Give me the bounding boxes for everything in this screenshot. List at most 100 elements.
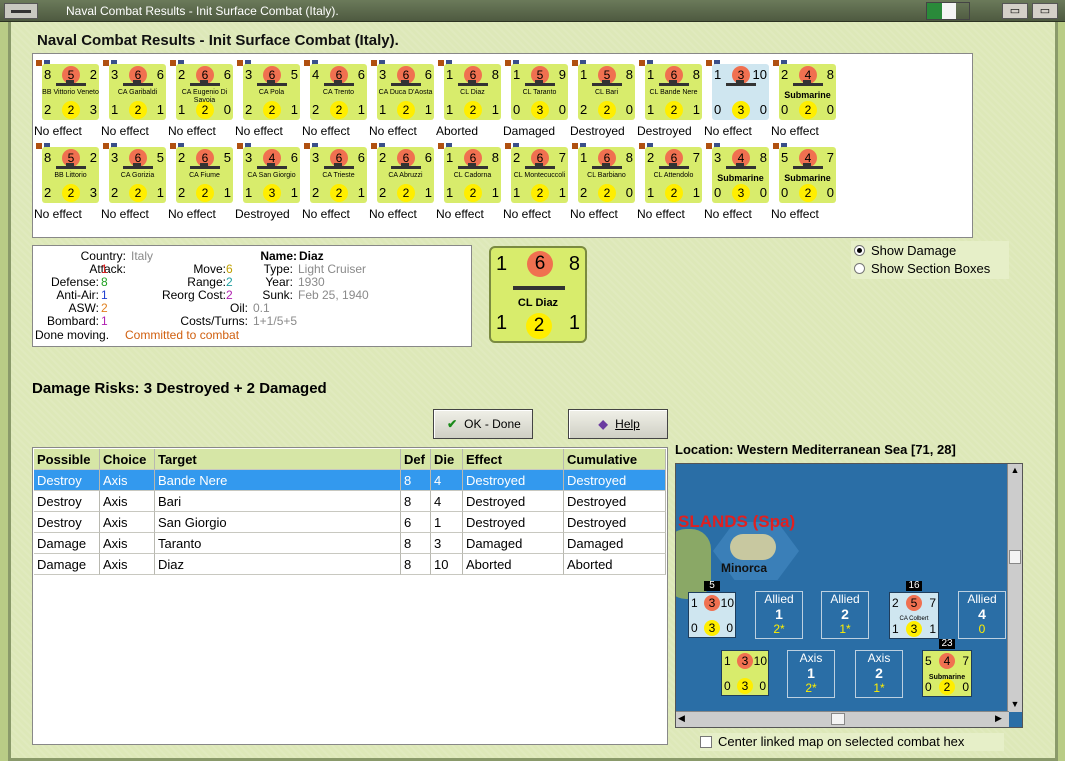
table-row[interactable]: Damage Axis Diaz 8 10 Aborted Aborted [34, 554, 666, 575]
table-row[interactable]: Destroy Axis Bari 8 4 Destroyed Destroyed [34, 491, 666, 512]
unit-name: BB Littorio [54, 172, 87, 179]
counter-stat-tr: 8 [491, 150, 499, 165]
unit-counter[interactable]: 3 6 6 1 2 1 CA Garibaldi No effect [101, 58, 168, 138]
unit-counter[interactable]: 3 6 5 2 2 1 CA Pola No effect [235, 58, 302, 138]
map-unit-axis-submarine[interactable]: 5 4 7 Submarine 0 2 0 [922, 650, 972, 697]
center-map-label[interactable]: Center linked map on selected combat hex [718, 734, 964, 749]
unit-counter[interactable]: 1 6 8 1 2 1 CL Diaz Aborted [436, 58, 503, 138]
unit-counter-face: 3 4 6 1 3 1 CA San Giorgio [243, 147, 300, 203]
map-vertical-scrollbar[interactable]: ▲ ▼ [1007, 464, 1022, 712]
selected-unit-counter: 1 6 8 CL Diaz 1 2 1 [489, 246, 587, 343]
counter-stat-br: 1 [491, 102, 499, 117]
table-cell: Destroyed [463, 512, 564, 533]
unit-counter[interactable]: 1 5 9 0 3 0 CL Taranto Damaged [503, 58, 570, 138]
center-map-checkbox[interactable] [700, 736, 712, 748]
counter-stat-tr: 6 [290, 150, 298, 165]
ship-icon [726, 80, 756, 86]
column-header[interactable]: Choice [100, 449, 155, 470]
map-unit-allied-sub[interactable]: 1 3 10 0 3 0 [688, 592, 736, 638]
counter-stat-br: 1 [357, 102, 365, 117]
unit-counter[interactable]: 2 6 6 2 2 1 CA Abruzzi No effect [369, 141, 436, 221]
column-header[interactable]: Possible [34, 449, 100, 470]
close-button[interactable]: ▭ [1032, 3, 1058, 19]
unit-counter[interactable]: 1 6 8 2 2 0 CL Barbiano No effect [570, 141, 637, 221]
table-row[interactable]: Damage Axis Taranto 8 3 Damaged Damaged [34, 533, 666, 554]
unit-counter[interactable]: 2 4 8 0 2 0 Submarine No effect [771, 58, 838, 138]
horizontal-scroll-thumb[interactable] [831, 713, 845, 725]
unit-counter[interactable]: 3 6 6 1 2 1 CA Duca D'Aosta No effect [369, 58, 436, 138]
unit-counter[interactable]: 2 6 7 1 2 1 CL Montecuccoli No effect [503, 141, 570, 221]
ship-icon [190, 163, 220, 169]
unit-counter[interactable]: 1 6 8 1 2 1 CL Cadorna No effect [436, 141, 503, 221]
counter-stat-br: 1 [156, 102, 164, 117]
vertical-scroll-thumb[interactable] [1009, 550, 1021, 564]
scroll-down-arrow[interactable]: ▼ [1009, 699, 1021, 711]
table-row[interactable]: Destroy Axis San Giorgio 6 1 Destroyed Destroy… [34, 512, 666, 533]
unit-counter[interactable]: 2 6 5 2 2 1 CA Fiume No effect [168, 141, 235, 221]
counter-stat-bl: 2 [44, 185, 52, 200]
column-header[interactable]: Target [155, 449, 401, 470]
counter-stat-br: 1 [491, 185, 499, 200]
counter-stat-tl: 3 [111, 67, 119, 82]
ok-done-button[interactable]: ✔ OK - Done [433, 409, 533, 439]
unit-counter[interactable]: 4 6 6 2 2 1 CA Trento No effect [302, 58, 369, 138]
unit-counter[interactable]: 3 6 5 2 2 1 CA Gorizia No effect [101, 141, 168, 221]
costs-label: Costs/Turns: [180, 314, 248, 328]
scroll-up-arrow[interactable]: ▲ [1009, 465, 1021, 477]
unit-counter[interactable]: 8 5 2 2 2 3 BB Littorio No effect [34, 141, 101, 221]
show-section-boxes-label[interactable]: Show Section Boxes [871, 261, 990, 276]
combat-result-label: No effect [302, 124, 350, 138]
unit-counter[interactable]: 3 6 6 2 2 1 CA Trieste No effect [302, 141, 369, 221]
help-button[interactable]: ◆ Help [568, 409, 668, 439]
unit-counter[interactable]: 2 6 6 1 2 0 CA Eugenio Di Savoia No effect [168, 58, 235, 138]
show-damage-label[interactable]: Show Damage [871, 243, 956, 258]
unit-counter[interactable]: 8 5 2 2 2 3 BB Vittorio Veneto No effect [34, 58, 101, 138]
column-header[interactable]: Effect [463, 449, 564, 470]
unit-counter[interactable]: 3 4 8 0 3 0 Submarine No effect [704, 141, 771, 221]
map-unit-axis-1[interactable]: 1 3 10 0 3 0 [721, 650, 769, 696]
allied-stack-1[interactable]: Allied 1 2* [755, 591, 803, 639]
stack-count: 5 [704, 581, 720, 591]
counter-stat-bc: 2 [330, 101, 348, 119]
ship-icon [391, 163, 421, 169]
ship-icon [56, 163, 86, 169]
table-row[interactable]: Destroy Axis Bande Nere 8 4 Destroyed Destroye… [34, 470, 666, 491]
scroll-left-arrow[interactable]: ◀ [678, 713, 690, 726]
combat-result-label: No effect [168, 124, 216, 138]
map-unit-ca-colbert[interactable]: 2 5 7 CA Colbert 1 3 1 [889, 592, 939, 639]
counter-stat-tl: 1 [446, 150, 454, 165]
table-cell: Destroyed [564, 491, 666, 512]
unit-counter[interactable]: 1 5 8 2 2 0 CL Bari Destroyed [570, 58, 637, 138]
unit-counter-face: 3 6 5 2 2 1 CA Gorizia [109, 147, 166, 203]
allied-stack-2[interactable]: Allied 2 1* [821, 591, 869, 639]
unit-counter[interactable]: 3 4 6 1 3 1 CA San Giorgio Destroyed [235, 141, 302, 221]
map-horizontal-scrollbar[interactable]: ◀ ▶ [676, 711, 1009, 727]
combat-hex-map[interactable]: SLANDS (Spa) Minorca 5 1 3 10 0 3 0 Alli… [675, 463, 1023, 728]
column-header[interactable]: Cumulative [564, 449, 666, 470]
unit-counter[interactable]: 2 6 7 1 2 1 CL Attendolo No effect [637, 141, 704, 221]
ship-icon [525, 163, 555, 169]
axis-stack-2[interactable]: Axis 2 1* [855, 650, 903, 698]
system-menu-button[interactable] [4, 3, 38, 19]
axis-stack-1[interactable]: Axis 1 2* [787, 650, 835, 698]
scroll-right-arrow[interactable]: ▶ [995, 713, 1007, 726]
counter-stat-tl: 2 [513, 150, 521, 165]
combat-result-label: No effect [235, 124, 283, 138]
counter-stat-br: 0 [826, 102, 834, 117]
show-damage-radio[interactable] [854, 245, 865, 256]
unit-counter[interactable]: 5 4 7 0 2 0 Submarine No effect [771, 141, 838, 221]
allied-stack-3[interactable]: Allied 4 0 [958, 591, 1006, 639]
counter-stat-br: 0 [625, 185, 633, 200]
unit-counter[interactable]: 1 6 8 1 2 1 CL Bande Nere Destroyed [637, 58, 704, 138]
table-cell: Axis [100, 470, 155, 491]
unit-name: CA Garibaldi [117, 89, 158, 96]
counter-stat-bc: 2 [665, 184, 683, 202]
counter-stat-tr: 7 [558, 150, 566, 165]
status-pip-icon [170, 143, 176, 149]
show-section-boxes-radio[interactable] [854, 263, 865, 274]
counter-stat-bc: 2 [397, 101, 415, 119]
unit-counter[interactable]: 1 3 10 0 3 0 No effect [704, 58, 771, 138]
minimize-button[interactable]: ▭ [1002, 3, 1028, 19]
column-header[interactable]: Die [431, 449, 463, 470]
column-header[interactable]: Def [401, 449, 431, 470]
